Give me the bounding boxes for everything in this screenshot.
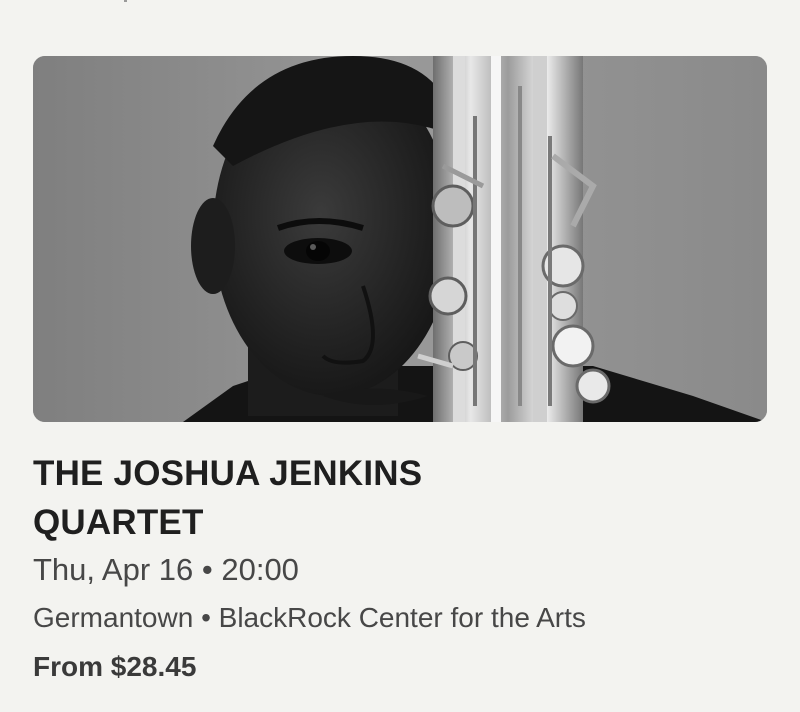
saxophonist-image xyxy=(33,56,767,422)
event-venue: Germantown • BlackRock Center for the Ar… xyxy=(33,602,586,633)
event-title[interactable]: THE JOSHUA JENKINS QUARTET xyxy=(33,449,553,547)
event-page: THE JOSHUA JENKINS QUARTET Thu, Apr 16 •… xyxy=(0,0,800,712)
event-image[interactable] xyxy=(33,56,767,422)
event-price: From $28.45 xyxy=(33,651,197,682)
event-card[interactable]: THE JOSHUA JENKINS QUARTET Thu, Apr 16 •… xyxy=(33,56,767,686)
divider xyxy=(124,0,127,2)
event-datetime: Thu, Apr 16 • 20:00 xyxy=(33,552,299,587)
